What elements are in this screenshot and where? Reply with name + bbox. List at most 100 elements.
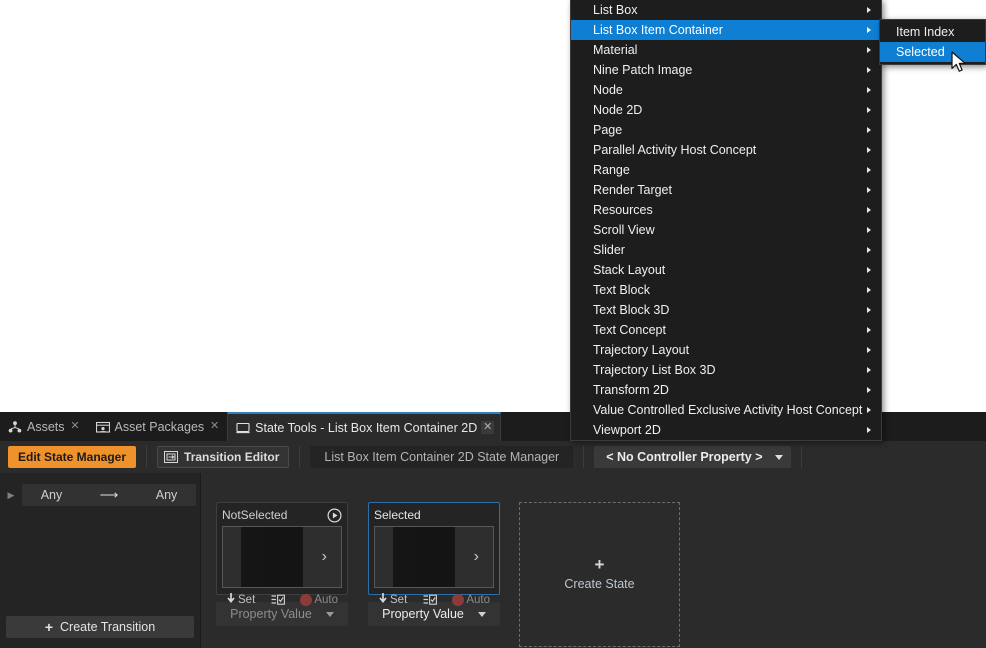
state-card[interactable]: Selected›SetAutoProperty Value xyxy=(368,502,500,626)
submenu-arrow-icon xyxy=(867,27,871,33)
menu-item-scroll-view[interactable]: Scroll View xyxy=(571,220,881,240)
submenu-arrow-icon xyxy=(867,267,871,273)
state-header: NotSelected xyxy=(222,507,342,523)
auto-toggle[interactable]: Auto xyxy=(452,594,490,606)
tab-assets[interactable]: Assets✕ xyxy=(0,412,88,441)
state-tools-icon xyxy=(236,421,250,435)
chevron-right-icon: › xyxy=(322,549,327,565)
state-box[interactable]: NotSelected›SetAuto xyxy=(216,502,348,595)
down-arrow-icon xyxy=(378,592,388,607)
submenu-item-selected[interactable]: Selected xyxy=(880,42,985,62)
submenu-arrow-icon xyxy=(867,87,871,93)
menu-item-label: Node 2D xyxy=(593,103,642,117)
menu-item-slider[interactable]: Slider xyxy=(571,240,881,260)
submenu-arrow-icon xyxy=(867,287,871,293)
menu-item-trajectory-layout[interactable]: Trajectory Layout xyxy=(571,340,881,360)
toolbar-divider-3 xyxy=(583,446,584,468)
menu-item-label: List Box xyxy=(593,3,637,17)
menu-item-render-target[interactable]: Render Target xyxy=(571,180,881,200)
play-icon[interactable] xyxy=(327,508,342,523)
checklist-icon[interactable] xyxy=(271,594,285,606)
set-button[interactable]: Set xyxy=(378,592,407,607)
menu-item-node-2d[interactable]: Node 2D xyxy=(571,100,881,120)
controller-property-dropdown[interactable]: < No Controller Property > xyxy=(594,446,790,468)
state-tools-toolbar: Edit State Manager Transition Editor Lis… xyxy=(0,441,986,474)
close-icon[interactable]: ✕ xyxy=(481,421,494,434)
set-label: Set xyxy=(390,594,407,606)
menu-item-label: Material xyxy=(593,43,637,57)
auto-toggle[interactable]: Auto xyxy=(300,594,338,606)
menu-item-resources[interactable]: Resources xyxy=(571,200,881,220)
submenu-arrow-icon xyxy=(867,127,871,133)
create-transition-button[interactable]: + Create Transition xyxy=(6,616,194,638)
menu-item-trajectory-list-box-3d[interactable]: Trajectory List Box 3D xyxy=(571,360,881,380)
menu-item-value-controlled-exclusive-activity-host-concept[interactable]: Value Controlled Exclusive Activity Host… xyxy=(571,400,881,420)
menu-item-label: Text Concept xyxy=(593,323,666,337)
menu-item-range[interactable]: Range xyxy=(571,160,881,180)
state-manager-name-field[interactable]: List Box Item Container 2D State Manager xyxy=(310,446,573,468)
create-state-label: Create State xyxy=(564,577,634,591)
menu-item-node[interactable]: Node xyxy=(571,80,881,100)
submenu-arrow-icon xyxy=(867,247,871,253)
close-icon[interactable]: ✕ xyxy=(208,420,221,433)
tab-state-tools-list-box-item-container-2d[interactable]: State Tools - List Box Item Container 2D… xyxy=(227,412,501,441)
state-preview-thumbnail: › xyxy=(222,526,342,588)
state-name-label: NotSelected xyxy=(222,508,287,522)
tab-asset-packages[interactable]: Asset Packages✕ xyxy=(88,412,228,441)
submenu-arrow-icon xyxy=(867,407,871,413)
menu-item-label: Page xyxy=(593,123,622,137)
state-preview-thumbnail: › xyxy=(374,526,494,588)
set-label: Set xyxy=(238,594,255,606)
menu-item-label: Resources xyxy=(593,203,653,217)
menu-item-transform-2d[interactable]: Transform 2D xyxy=(571,380,881,400)
menu-item-list-box[interactable]: List Box xyxy=(571,0,881,20)
menu-item-label: Render Target xyxy=(593,183,672,197)
menu-item-stack-layout[interactable]: Stack Layout xyxy=(571,260,881,280)
menu-item-label: List Box Item Container xyxy=(593,23,723,37)
menu-item-label: Value Controlled Exclusive Activity Host… xyxy=(593,403,862,417)
menu-item-label: Transform 2D xyxy=(593,383,669,397)
menu-item-page[interactable]: Page xyxy=(571,120,881,140)
asset-packages-icon xyxy=(96,420,110,434)
submenu-arrow-icon xyxy=(867,47,871,53)
transition-editor-button[interactable]: Transition Editor xyxy=(157,446,289,468)
controller-property-value: < No Controller Property > xyxy=(606,450,762,464)
transition-editor-icon xyxy=(164,450,178,464)
menu-item-list-box-item-container[interactable]: List Box Item Container xyxy=(571,20,881,40)
chevron-down-icon xyxy=(478,612,486,617)
submenu-item-item-index[interactable]: Item Index xyxy=(880,22,985,42)
transition-any-to-any[interactable]: Any ⟶ Any xyxy=(22,484,196,506)
menu-item-parallel-activity-host-concept[interactable]: Parallel Activity Host Concept xyxy=(571,140,881,160)
menu-item-text-block[interactable]: Text Block xyxy=(571,280,881,300)
expander-triangle-icon[interactable]: ▶ xyxy=(0,490,22,501)
context-menu[interactable]: List Box List Box Item Container Material N… xyxy=(570,0,882,441)
menu-item-label: Parallel Activity Host Concept xyxy=(593,143,756,157)
submenu-arrow-icon xyxy=(867,367,871,373)
menu-item-material[interactable]: Material xyxy=(571,40,881,60)
menu-item-text-concept[interactable]: Text Concept xyxy=(571,320,881,340)
state-box[interactable]: Selected›SetAuto xyxy=(368,502,500,595)
state-card[interactable]: NotSelected › Set AutoProperty Value xyxy=(216,502,348,626)
property-value-label: Property Value xyxy=(230,607,312,621)
context-submenu[interactable]: Item Index Selected xyxy=(879,19,986,65)
menu-item-text-block-3d[interactable]: Text Block 3D xyxy=(571,300,881,320)
checklist-icon[interactable] xyxy=(423,594,437,606)
menu-item-viewport-2d[interactable]: Viewport 2D xyxy=(571,420,881,440)
create-state-button[interactable]: + Create State xyxy=(519,502,680,647)
submenu-item-label: Selected xyxy=(896,45,945,59)
submenu-arrow-icon xyxy=(867,327,871,333)
submenu-arrow-icon xyxy=(867,427,871,433)
down-arrow-icon xyxy=(226,592,236,607)
set-button[interactable]: Set xyxy=(226,592,255,607)
close-icon[interactable]: ✕ xyxy=(69,420,82,433)
transition-editor-label: Transition Editor xyxy=(184,450,279,464)
menu-item-label: Node xyxy=(593,83,623,97)
menu-item-nine-patch-image[interactable]: Nine Patch Image xyxy=(571,60,881,80)
submenu-arrow-icon xyxy=(867,107,871,113)
transition-list-item[interactable]: ▶ Any ⟶ Any xyxy=(0,484,196,506)
states-area: Selected›SetAutoProperty ValueNotSelecte… xyxy=(201,473,986,648)
edit-state-manager-button[interactable]: Edit State Manager xyxy=(8,446,136,468)
status-dot-icon xyxy=(300,594,312,606)
auto-label: Auto xyxy=(466,594,490,606)
menu-item-label: Range xyxy=(593,163,630,177)
